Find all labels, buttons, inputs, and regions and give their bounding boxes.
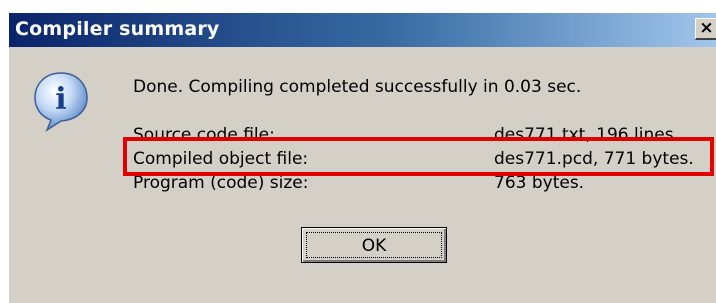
compiler-summary-dialog: Compiler summary × i Done. Compiling com…: [8, 12, 716, 303]
ok-button[interactable]: OK: [301, 227, 447, 263]
program-size-label: Program (code) size:: [133, 173, 309, 193]
close-icon: ×: [699, 18, 714, 38]
info-icon: i: [31, 69, 91, 133]
close-button[interactable]: ×: [695, 18, 716, 40]
window-title: Compiler summary: [15, 18, 220, 40]
status-message: Done. Compiling completed successfully i…: [133, 77, 582, 97]
highlight-box: [123, 137, 714, 176]
title-bar[interactable]: Compiler summary: [9, 13, 716, 47]
info-glyph: i: [55, 82, 66, 117]
program-size-value: 763 bytes.: [494, 173, 585, 193]
ok-button-label: OK: [361, 236, 387, 256]
